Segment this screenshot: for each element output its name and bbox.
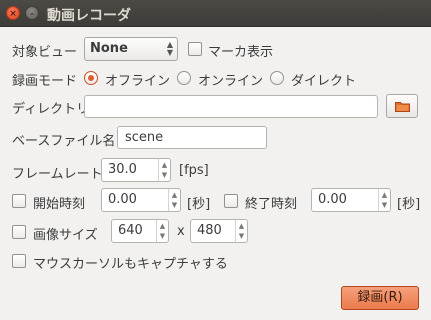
- framerate-spinbox[interactable]: 30.0 ▲ ▼: [101, 158, 171, 182]
- browse-directory-button[interactable]: [386, 94, 418, 118]
- end-time-unit: [秒]: [397, 197, 421, 212]
- image-height-value: 480: [197, 223, 222, 238]
- window-title: 動画レコーダ: [47, 8, 131, 24]
- capture-mouse-checkbox[interactable]: [12, 254, 26, 268]
- framerate-unit: [fps]: [179, 163, 209, 178]
- directory-input[interactable]: [84, 95, 378, 118]
- start-time-checkbox[interactable]: [12, 194, 26, 208]
- image-height-spinbox[interactable]: 480 ▲ ▼: [190, 219, 248, 243]
- spin-arrows-icon[interactable]: ▲ ▼: [156, 220, 168, 242]
- radio-offline[interactable]: [84, 71, 98, 85]
- radio-offline-label: オフライン: [105, 74, 171, 89]
- close-icon[interactable]: ×: [6, 6, 20, 20]
- record-button[interactable]: 録画(R): [341, 286, 419, 310]
- target-view-combo[interactable]: None ▲ ▼: [84, 37, 178, 61]
- basefile-input[interactable]: scene: [117, 126, 267, 149]
- updown-arrows-icon: ▲ ▼: [166, 40, 173, 57]
- spin-arrows-icon[interactable]: ▲ ▼: [168, 189, 180, 211]
- image-width-spinbox[interactable]: 640 ▲ ▼: [111, 219, 169, 243]
- end-time-checkbox[interactable]: [224, 194, 238, 208]
- spin-arrows-icon[interactable]: ▲ ▼: [158, 159, 170, 181]
- framerate-label: フレームレート: [12, 167, 103, 182]
- folder-icon: [395, 102, 410, 112]
- end-time-value: 0.00: [318, 192, 347, 207]
- radio-direct-label: ダイレクト: [291, 74, 357, 89]
- marker-checkbox[interactable]: [188, 42, 202, 56]
- directory-label: ディレクトリ: [12, 102, 90, 117]
- start-time-spinbox[interactable]: 0.00 ▲ ▼: [101, 188, 181, 212]
- start-time-label: 開始時刻: [33, 197, 86, 212]
- end-time-spinbox[interactable]: 0.00 ▲ ▼: [311, 188, 391, 212]
- minimize-icon[interactable]: –: [25, 6, 39, 20]
- image-size-label: 画像サイズ: [33, 228, 98, 243]
- framerate-value: 30.0: [108, 162, 137, 177]
- radio-direct[interactable]: [270, 71, 284, 85]
- image-size-separator: x: [177, 224, 185, 239]
- start-time-unit: [秒]: [187, 197, 211, 212]
- marker-label: マーカ表示: [208, 45, 274, 60]
- target-view-label: 対象ビュー: [12, 45, 78, 60]
- spin-arrows-icon[interactable]: ▲ ▼: [235, 220, 247, 242]
- title-bar: × – 動画レコーダ: [0, 0, 431, 27]
- spin-arrows-icon[interactable]: ▲ ▼: [378, 189, 390, 211]
- radio-online[interactable]: [177, 71, 191, 85]
- end-time-label: 終了時刻: [245, 197, 298, 212]
- record-mode-label: 録画モード: [12, 74, 78, 89]
- image-size-checkbox[interactable]: [12, 225, 26, 239]
- target-view-value: None: [90, 41, 128, 56]
- radio-online-label: オンライン: [198, 74, 264, 89]
- image-width-value: 640: [118, 223, 143, 238]
- start-time-value: 0.00: [108, 192, 137, 207]
- basefile-label: ベースファイル名: [12, 134, 116, 149]
- capture-mouse-label: マウスカーソルもキャプチャする: [33, 257, 228, 272]
